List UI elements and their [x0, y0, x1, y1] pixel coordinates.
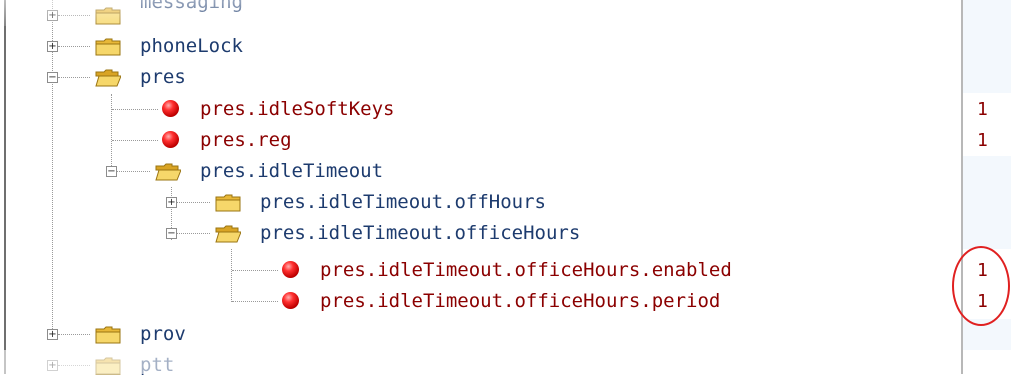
- tree-row-officehours[interactable]: − pres.idleTimeout.officeHours: [0, 218, 961, 249]
- folder-icon: [95, 357, 121, 375]
- tree-node-label[interactable]: messaging: [140, 0, 243, 15]
- expand-toggle[interactable]: +: [47, 329, 58, 340]
- folder-icon: [95, 38, 121, 56]
- expand-toggle[interactable]: +: [47, 10, 58, 21]
- config-tree-panel: + messaging + phoneLock − pres pres.idle…: [0, 0, 961, 376]
- tree-row-officehours-period[interactable]: pres.idleTimeout.officeHours.period: [0, 286, 961, 317]
- folder-icon: [215, 194, 241, 212]
- folder-open-icon: [215, 225, 241, 243]
- tree-row-offhours[interactable]: + pres.idleTimeout.offHours: [0, 187, 961, 218]
- red-ball-icon: [162, 100, 179, 117]
- tree-row-prov[interactable]: + prov: [0, 319, 961, 350]
- value-officehours-period[interactable]: 1: [977, 286, 988, 317]
- folder-open-icon: [95, 69, 121, 87]
- red-ball-icon: [282, 261, 299, 278]
- value-column: 1 1 1 1: [963, 0, 1011, 374]
- value-pres-reg[interactable]: 1: [977, 125, 988, 156]
- tree-node-label[interactable]: pres.idleTimeout.officeHours.period: [320, 289, 720, 314]
- tree-node-label[interactable]: pres.idleTimeout.officeHours.enabled: [320, 258, 732, 283]
- tree-node-label[interactable]: pres: [140, 65, 186, 90]
- folder-icon: [95, 326, 121, 344]
- tree-node-label[interactable]: pres.reg: [200, 128, 292, 153]
- tree-node-label[interactable]: pres.idleSoftKeys: [200, 97, 394, 122]
- value-officehours-enabled[interactable]: 1: [977, 255, 988, 286]
- tree-node-label[interactable]: pres.idleTimeout: [200, 159, 383, 184]
- tree-row-pres-idletimeout[interactable]: − pres.idleTimeout: [0, 156, 961, 187]
- expand-toggle[interactable]: +: [47, 360, 58, 371]
- collapse-toggle[interactable]: −: [47, 72, 58, 83]
- folder-open-icon: [155, 163, 181, 181]
- red-ball-icon: [282, 292, 299, 309]
- collapse-toggle[interactable]: −: [166, 228, 177, 239]
- folder-icon: [95, 7, 121, 25]
- tree-node-label[interactable]: ptt: [140, 353, 174, 378]
- red-ball-icon: [162, 131, 179, 148]
- expand-toggle[interactable]: +: [166, 197, 177, 208]
- tree-row-pres-reg[interactable]: pres.reg: [0, 125, 961, 156]
- tree-row-officehours-enabled[interactable]: pres.idleTimeout.officeHours.enabled: [0, 255, 961, 286]
- tree-row-pres[interactable]: − pres: [0, 62, 961, 93]
- tree-row-phonelock[interactable]: + phoneLock: [0, 31, 961, 62]
- tree-row-messaging[interactable]: + messaging: [0, 0, 961, 31]
- expand-toggle[interactable]: +: [47, 41, 58, 52]
- tree-row-ptt[interactable]: + ptt: [0, 350, 961, 381]
- tree-node-label[interactable]: pres.idleTimeout.officeHours: [260, 221, 580, 246]
- value-pres-idlesoftkeys[interactable]: 1: [977, 94, 988, 125]
- tree-node-label[interactable]: phoneLock: [140, 34, 243, 59]
- collapse-toggle[interactable]: −: [106, 166, 117, 177]
- tree-node-label[interactable]: prov: [140, 322, 186, 347]
- tree-row-pres-idlesoftkeys[interactable]: pres.idleSoftKeys: [0, 94, 961, 125]
- tree-node-label[interactable]: pres.idleTimeout.offHours: [260, 190, 546, 215]
